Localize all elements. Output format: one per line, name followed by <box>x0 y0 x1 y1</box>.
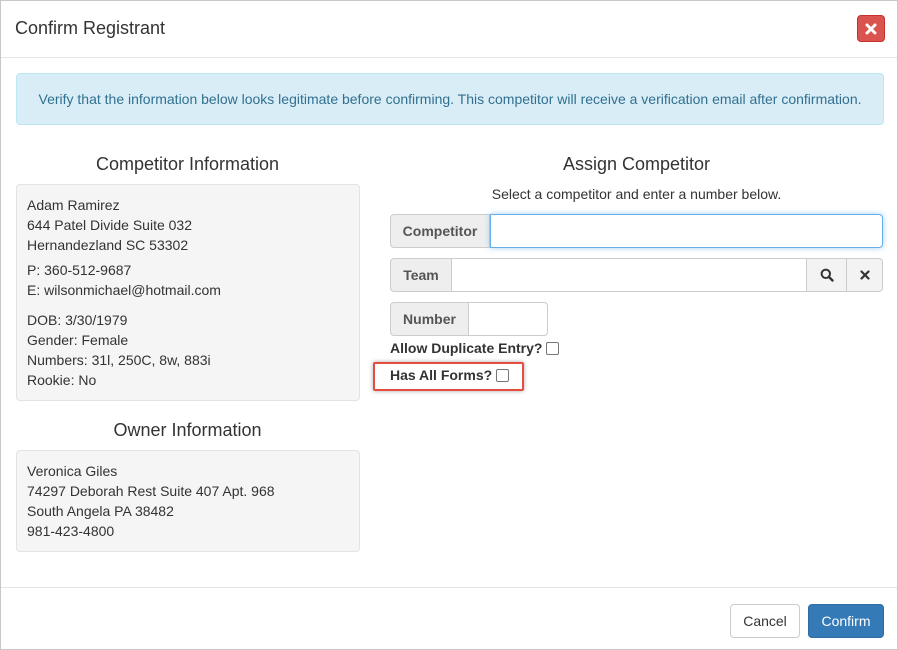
team-label: Team <box>390 258 452 292</box>
competitor-email: E: wilsonmichael@hotmail.com <box>27 282 221 298</box>
competitor-address-line1: 644 Patel Divide Suite 032 <box>27 217 192 233</box>
team-clear-button[interactable] <box>847 258 883 292</box>
confirm-registrant-dialog: Confirm Registrant Verify that the infor… <box>0 0 898 650</box>
competitor-rookie: Rookie: No <box>27 372 97 388</box>
owner-address-line1: 74297 Deborah Rest Suite 407 Apt. 968 <box>27 483 275 499</box>
owner-phone: 981-423-4800 <box>27 523 115 539</box>
competitor-phone: P: 360-512-9687 <box>27 262 132 278</box>
competitor-address-line2: Hernandezland SC 53302 <box>27 237 189 253</box>
dialog-title: Confirm Registrant <box>15 18 166 38</box>
number-label: Number <box>390 302 469 336</box>
alert-message: Verify that the information below looks … <box>38 91 862 107</box>
has-all-forms-checkbox[interactable] <box>496 368 510 382</box>
number-input[interactable] <box>469 302 548 336</box>
allow-duplicate-checkbox[interactable] <box>546 341 560 355</box>
competitor-gender: Gender: Female <box>27 332 129 348</box>
info-alert: Verify that the information below looks … <box>16 73 884 125</box>
has-all-forms-row: Has All Forms? <box>390 367 510 383</box>
allow-duplicate-row: Allow Duplicate Entry? <box>390 340 560 356</box>
cancel-button[interactable]: Cancel <box>730 604 800 638</box>
close-icon <box>859 270 870 280</box>
assign-competitor-heading: Assign Competitor <box>562 154 711 174</box>
competitor-label: Competitor <box>390 214 490 248</box>
owner-info-heading: Owner Information <box>113 420 262 440</box>
competitor-name: Adam Ramirez <box>27 197 120 213</box>
close-icon <box>865 23 877 34</box>
competitor-input-group: Competitor <box>390 214 883 248</box>
assign-subtitle: Select a competitor and enter a number b… <box>491 186 782 202</box>
dialog-footer: Cancel Confirm <box>1 587 897 650</box>
owner-address-line2: South Angela PA 38482 <box>27 503 174 519</box>
owner-info-panel: Veronica Giles 74297 Deborah Rest Suite … <box>16 450 360 552</box>
competitor-info-panel: Adam Ramirez 644 Patel Divide Suite 032 … <box>16 184 360 401</box>
competitor-info-heading: Competitor Information <box>95 154 280 174</box>
number-input-group: Number <box>390 302 548 336</box>
team-input[interactable] <box>452 258 807 292</box>
team-search-button[interactable] <box>807 258 847 292</box>
owner-name: Veronica Giles <box>27 463 118 479</box>
competitor-input[interactable] <box>490 214 883 248</box>
dialog-header: Confirm Registrant <box>1 1 897 58</box>
close-button[interactable] <box>857 15 885 42</box>
competitor-numbers: Numbers: 31l, 250C, 8w, 883i <box>27 352 211 368</box>
team-input-group: Team <box>390 258 883 292</box>
search-icon <box>820 268 834 282</box>
allow-duplicate-label: Allow Duplicate Entry? <box>390 340 543 356</box>
confirm-button[interactable]: Confirm <box>808 604 884 638</box>
has-all-forms-label: Has All Forms? <box>390 367 493 383</box>
competitor-dob: DOB: 3/30/1979 <box>27 312 128 328</box>
